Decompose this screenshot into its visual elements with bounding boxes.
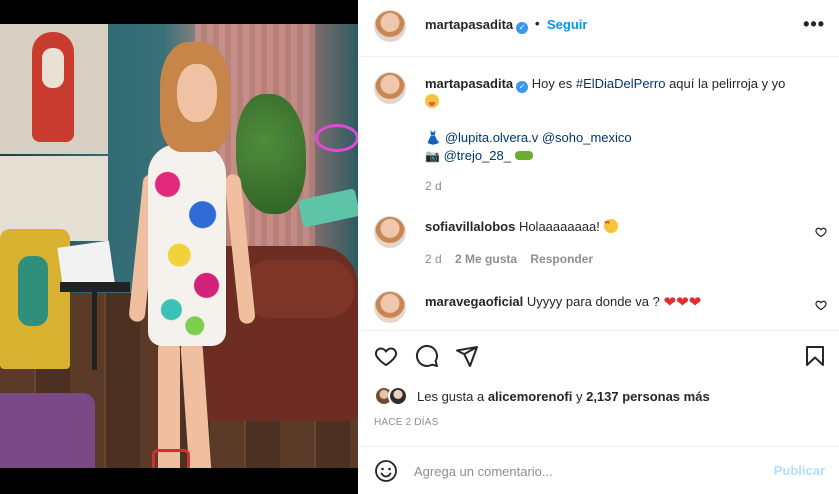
post-photo[interactable] — [0, 24, 358, 468]
author-avatar[interactable] — [374, 10, 406, 42]
add-comment-bar: Publicar — [358, 446, 839, 494]
post-actions-bar — [358, 330, 839, 382]
caption-author-username[interactable]: martapasadita — [425, 76, 513, 91]
comment-likes-count[interactable]: 2 Me gusta — [455, 252, 517, 266]
heart-eyes-emoji-icon — [603, 219, 618, 233]
comment-avatar[interactable] — [374, 216, 406, 248]
likes-user-link[interactable]: alicemorenofi — [488, 389, 573, 404]
photo-plant — [236, 94, 306, 214]
post-details-panel: martapasadita ✓ • Seguir ••• martapasadit… — [358, 0, 839, 494]
follow-button[interactable]: Seguir — [547, 17, 587, 32]
comment-input[interactable] — [414, 459, 754, 483]
caption-text-before: Hoy es — [531, 76, 576, 91]
caption-hashtag-link[interactable]: #ElDiaDelPerro — [576, 76, 666, 91]
comment-icon[interactable] — [415, 344, 439, 368]
caption-mention-soho[interactable]: @soho_mexico — [542, 130, 632, 145]
comment-text: Holaaaaaaaa! — [518, 219, 600, 234]
publish-button[interactable]: Publicar — [774, 463, 825, 478]
post-caption: martapasadita ✓ Hoy es #ElDiaDelPerro aqu… — [425, 75, 825, 165]
tongue-emoji-icon — [425, 94, 439, 108]
post-modal: martapasadita ✓ • Seguir ••• martapasadit… — [0, 0, 839, 494]
post-header: martapasadita ✓ • Seguir ••• — [358, 0, 839, 57]
caption-timestamp[interactable]: 2 d — [425, 179, 442, 193]
separator-dot: • — [535, 16, 540, 31]
photo-pillow — [18, 256, 48, 326]
caption-text-after: aquí la pelirroja y yo — [665, 76, 786, 91]
comment-like-heart-icon-2[interactable] — [815, 299, 827, 311]
photo-dog-poster — [0, 24, 108, 154]
photo-dog-face — [42, 48, 64, 88]
caption-line-3: 📷 @trejo_28_ — [425, 147, 825, 165]
likes-summary: Les gusta a alicemorenofi y 2,137 person… — [374, 386, 824, 406]
comment-reply-button[interactable]: Responder — [530, 252, 593, 266]
likes-connector: y — [572, 389, 587, 404]
bookmark-icon[interactable] — [803, 344, 827, 368]
post-time-ago[interactable]: HACE 2 DÍAS — [374, 417, 438, 428]
comment-text-2: Uyyyy para donde va ? — [526, 294, 660, 309]
likes-text: Les gusta a alicemorenofi y 2,137 person… — [417, 389, 710, 404]
comment-author-2[interactable]: maravegaoficial — [425, 294, 523, 309]
comment-meta: 2 d 2 Me gusta Responder — [425, 252, 593, 266]
comment-item: sofiavillalobos Holaaaaaaaa! — [425, 219, 618, 234]
photo-table-leg — [92, 290, 97, 370]
more-options-icon[interactable]: ••• — [803, 14, 825, 35]
author-username-text[interactable]: martapasadita — [425, 17, 513, 32]
photo-floral-dress — [148, 144, 226, 346]
verified-badge-icon: ✓ — [516, 22, 529, 34]
photo-neon-lips — [315, 124, 358, 152]
photo-red-heels — [152, 449, 190, 468]
photo-person-face — [177, 64, 217, 122]
caption-line-1: martapasadita ✓ Hoy es #ElDiaDelPerro aqu… — [425, 75, 825, 93]
comment-item-2: maravegaoficial Uyyyy para donde va ? ❤❤… — [425, 293, 701, 311]
caption-line-2: 👗 @lupita.olvera.v @soho_mexico — [425, 129, 825, 147]
heart-icon[interactable] — [374, 344, 398, 368]
red-heart-emoji-icon: ❤ — [676, 294, 689, 311]
caption-mention-trejo[interactable]: @trejo_28_ — [444, 148, 511, 163]
liker-avatar[interactable] — [388, 386, 408, 406]
share-icon[interactable] — [455, 344, 479, 368]
comment-author[interactable]: sofiavillalobos — [425, 219, 515, 234]
comment-avatar-2[interactable] — [374, 291, 406, 323]
caption-mention-lupita[interactable]: @lupita.olvera.v — [445, 130, 538, 145]
caption-author-avatar[interactable] — [374, 72, 406, 104]
dress-emoji-icon: 👗 — [425, 130, 442, 145]
photo-sofa-arm — [244, 260, 354, 318]
comment-like-heart-icon[interactable] — [815, 226, 827, 238]
likes-prefix: Les gusta a — [417, 389, 488, 404]
caption-verified-badge-icon: ✓ — [516, 81, 529, 93]
crocodile-emoji-icon — [514, 151, 533, 160]
caption-line-emoji — [425, 93, 825, 111]
red-heart-emoji-icon: ❤ — [663, 294, 677, 311]
red-heart-emoji-icon: ❤ — [688, 294, 702, 311]
photo-rug — [0, 393, 95, 468]
camera-emoji-icon: 📷 — [425, 149, 440, 163]
likes-count-link[interactable]: 2,137 personas más — [586, 389, 710, 404]
author-username[interactable]: martapasadita ✓ — [425, 17, 529, 34]
comment-timestamp[interactable]: 2 d — [425, 252, 442, 266]
smiley-icon[interactable] — [374, 459, 398, 483]
